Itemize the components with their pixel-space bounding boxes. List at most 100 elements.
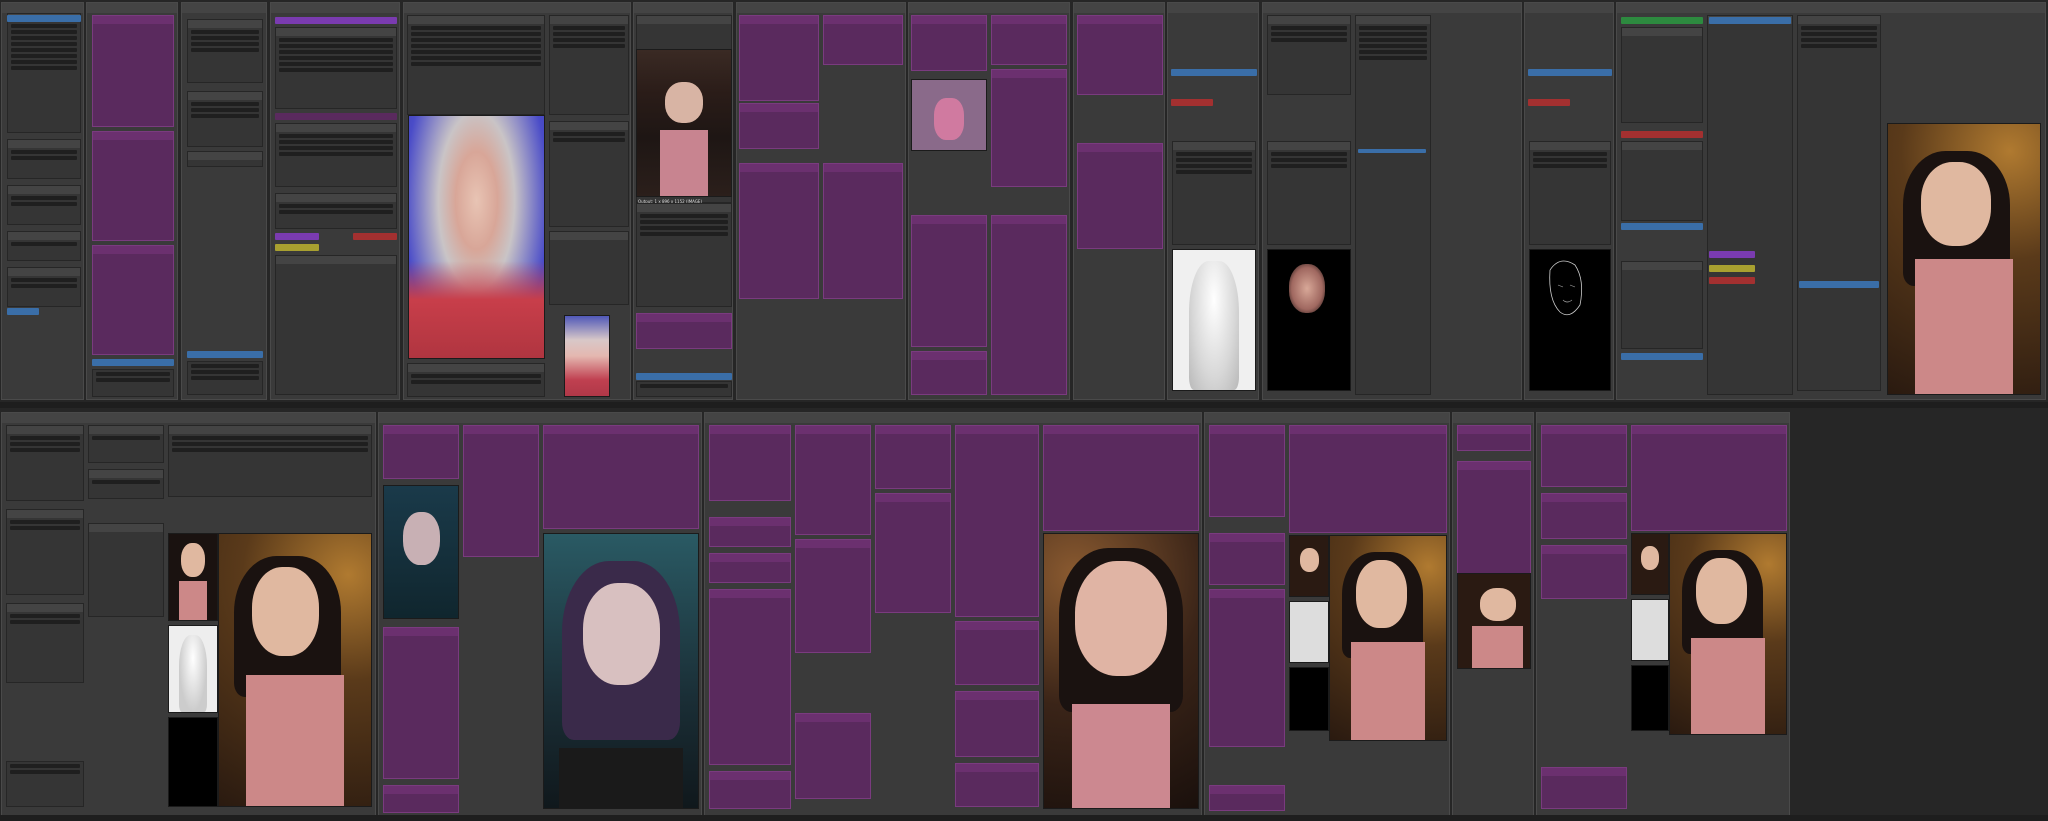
node[interactable] [911,351,987,395]
node[interactable] [1621,261,1703,349]
node[interactable] [1541,767,1627,809]
node[interactable] [7,139,81,179]
group-b3[interactable] [704,412,1202,816]
node[interactable] [1621,27,1703,123]
group-b4[interactable] [1204,412,1450,816]
green-bar[interactable] [1621,17,1703,24]
node[interactable] [1541,425,1627,487]
node[interactable] [739,163,819,299]
workflow-canvas[interactable]: Output: 1 x 896 x 1152 (IMAGE) [0,0,2048,821]
blue-bar[interactable] [1621,223,1703,230]
node[interactable] [795,539,871,653]
node[interactable] [187,19,263,83]
node[interactable] [275,255,397,395]
node[interactable] [875,425,951,489]
node[interactable] [1541,493,1627,539]
node[interactable] [88,523,164,617]
node[interactable] [6,603,84,683]
node[interactable] [7,267,81,307]
node[interactable] [7,13,81,133]
group-g3[interactable] [181,2,267,400]
node[interactable] [7,231,81,261]
blue-bar[interactable] [1799,281,1879,288]
node[interactable] [991,69,1067,187]
node[interactable] [187,361,263,395]
node[interactable] [383,425,459,479]
node[interactable] [636,203,732,307]
group-g1[interactable] [1,2,84,400]
node[interactable] [709,553,791,583]
node[interactable] [407,363,545,397]
blue-bar[interactable] [7,15,81,22]
group-b2[interactable] [378,412,702,816]
node[interactable] [88,425,164,463]
group-b6[interactable] [1536,412,1790,816]
node[interactable] [549,231,629,305]
node[interactable] [823,15,903,65]
group-g9[interactable] [1073,2,1165,400]
node[interactable] [463,425,539,557]
node[interactable] [187,151,263,167]
node[interactable] [1267,15,1351,95]
node[interactable] [739,15,819,101]
group-g11[interactable] [1262,2,1522,400]
node[interactable] [636,381,732,397]
red-bar[interactable] [353,233,397,240]
node[interactable] [6,425,84,501]
blue-bar[interactable] [1528,69,1612,76]
node[interactable] [168,425,372,497]
node[interactable] [275,27,397,109]
blue-bar[interactable] [7,308,39,315]
group-b5[interactable] [1452,412,1534,816]
red-bar[interactable] [1528,99,1570,106]
node[interactable] [1529,141,1611,245]
node[interactable] [1077,143,1163,249]
group-g4[interactable] [270,2,400,400]
node[interactable] [709,771,791,809]
node[interactable] [795,713,871,799]
node[interactable] [955,425,1039,617]
group-g10[interactable] [1167,2,1259,400]
red-bar[interactable] [1171,99,1213,106]
group-g2[interactable] [86,2,178,400]
node[interactable] [1209,589,1285,747]
yellow-bar[interactable] [275,244,319,251]
blue-bar[interactable] [636,373,732,380]
node[interactable] [549,15,629,115]
node[interactable] [823,163,903,299]
node[interactable] [92,369,174,397]
group-g8[interactable] [908,2,1070,400]
node[interactable] [187,91,263,147]
blue-bar[interactable] [1709,17,1791,24]
node[interactable] [1707,15,1793,395]
node[interactable] [275,123,397,187]
node[interactable] [911,215,987,347]
node[interactable] [1209,785,1285,811]
node[interactable] [875,493,951,613]
node[interactable] [1209,425,1285,517]
node[interactable] [549,121,629,227]
group-g5[interactable] [403,2,631,400]
node[interactable] [92,131,174,241]
group-g6[interactable]: Output: 1 x 896 x 1152 (IMAGE) [633,2,733,400]
node[interactable] [6,761,84,807]
yellow-bar[interactable] [1709,265,1755,272]
node[interactable] [739,103,819,149]
node[interactable] [1457,461,1531,591]
node[interactable] [709,589,791,765]
node[interactable] [1172,141,1256,245]
violet-bar[interactable] [275,113,397,120]
red-bar[interactable] [1709,277,1755,284]
node[interactable] [955,763,1039,807]
node[interactable] [1267,141,1351,245]
blue-bar[interactable] [1621,353,1703,360]
group-g12[interactable] [1524,2,1614,400]
group-b1[interactable] [1,412,376,816]
node[interactable] [795,425,871,535]
node[interactable] [1541,545,1627,599]
node[interactable] [709,517,791,547]
blue-bar[interactable] [1358,149,1426,153]
node[interactable] [1209,533,1285,585]
violet-bar[interactable] [275,17,397,24]
blue-bar[interactable] [1171,69,1257,76]
